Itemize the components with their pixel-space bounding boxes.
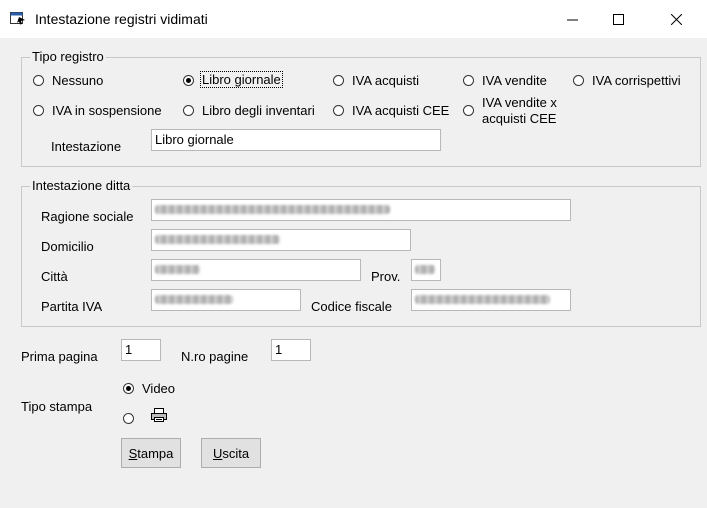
stampa-button[interactable]: Stampa [121,438,181,468]
domicilio-input[interactable] [151,229,411,251]
intestazione-ditta-legend: Intestazione ditta [30,178,133,193]
domicilio-label: Domicilio [41,239,94,254]
radio-iva-vendite-acquisti-cee-label: IVA vendite x acquisti CEE [482,95,557,126]
redacted-value [155,265,200,274]
prov-input[interactable] [411,259,441,281]
stampa-button-label: tampa [137,445,174,461]
prima-pagina-input[interactable]: 1 [121,339,161,361]
stampa-mnemonic: S [128,445,138,461]
radio-iva-sospensione[interactable] [33,105,44,116]
intestazione-input[interactable]: Libro giornale [151,129,441,151]
tipo-stampa-label: Tipo stampa [21,399,93,414]
tipo-registro-legend: Tipo registro [30,49,106,64]
radio-nessuno[interactable] [33,75,44,86]
window-title: Intestazione registri vidimati [35,11,208,27]
radio-printer[interactable] [123,413,134,424]
radio-iva-vendite-acquisti-cee[interactable] [463,105,474,116]
redacted-value [415,265,435,274]
radio-video-label: Video [142,381,176,396]
prima-pagina-label: Prima pagina [21,349,98,364]
citta-label: Città [41,269,68,284]
radio-iva-vendite[interactable] [463,75,474,86]
uscita-mnemonic: U [212,445,223,461]
close-icon [670,13,682,25]
printer-icon [151,408,167,422]
partita-iva-input[interactable] [151,289,301,311]
uscita-button[interactable]: Uscita [201,438,261,468]
maximize-button[interactable] [595,0,641,38]
nro-pagine-input[interactable]: 1 [271,339,311,361]
intestazione-label: Intestazione [51,139,122,154]
citta-input[interactable] [151,259,361,281]
minimize-icon [566,19,578,20]
codice-fiscale-label: Codice fiscale [311,299,392,314]
redacted-value [415,295,550,304]
radio-iva-acquisti-cee-label: IVA acquisti CEE [352,103,450,118]
radio-libro-giornale[interactable] [183,75,194,86]
redacted-value [155,205,390,214]
radio-libro-inventari-label: Libro degli inventari [202,103,315,118]
partita-iva-label: Partita IVA [41,299,103,314]
redacted-value [155,295,233,304]
maximize-icon [612,13,624,25]
radio-iva-acquisti-cee[interactable] [333,105,344,116]
minimize-button[interactable] [549,0,595,38]
close-button[interactable] [653,0,699,38]
radio-iva-corrispettivi[interactable] [573,75,584,86]
radio-iva-acquisti[interactable] [333,75,344,86]
radio-libro-giornale-label: Libro giornale [200,71,283,88]
radio-nessuno-label: Nessuno [52,73,104,88]
ragione-sociale-input[interactable] [151,199,571,221]
radio-video[interactable] [123,383,134,394]
radio-iva-corrispettivi-label: IVA corrispettivi [592,73,681,88]
prov-label: Prov. [371,269,401,284]
codice-fiscale-input[interactable] [411,289,571,311]
radio-iva-acquisti-label: IVA acquisti [352,73,419,88]
radio-libro-inventari[interactable] [183,105,194,116]
radio-iva-vendite-label: IVA vendite [482,73,547,88]
title-bar: Intestazione registri vidimati [0,0,707,38]
radio-iva-sospensione-label: IVA in sospensione [52,103,162,118]
ragione-sociale-label: Ragione sociale [41,209,134,224]
uscita-button-label: scita [222,445,250,461]
nro-pagine-label: N.ro pagine [181,349,249,364]
redacted-value [155,235,280,244]
app-icon [10,12,25,25]
